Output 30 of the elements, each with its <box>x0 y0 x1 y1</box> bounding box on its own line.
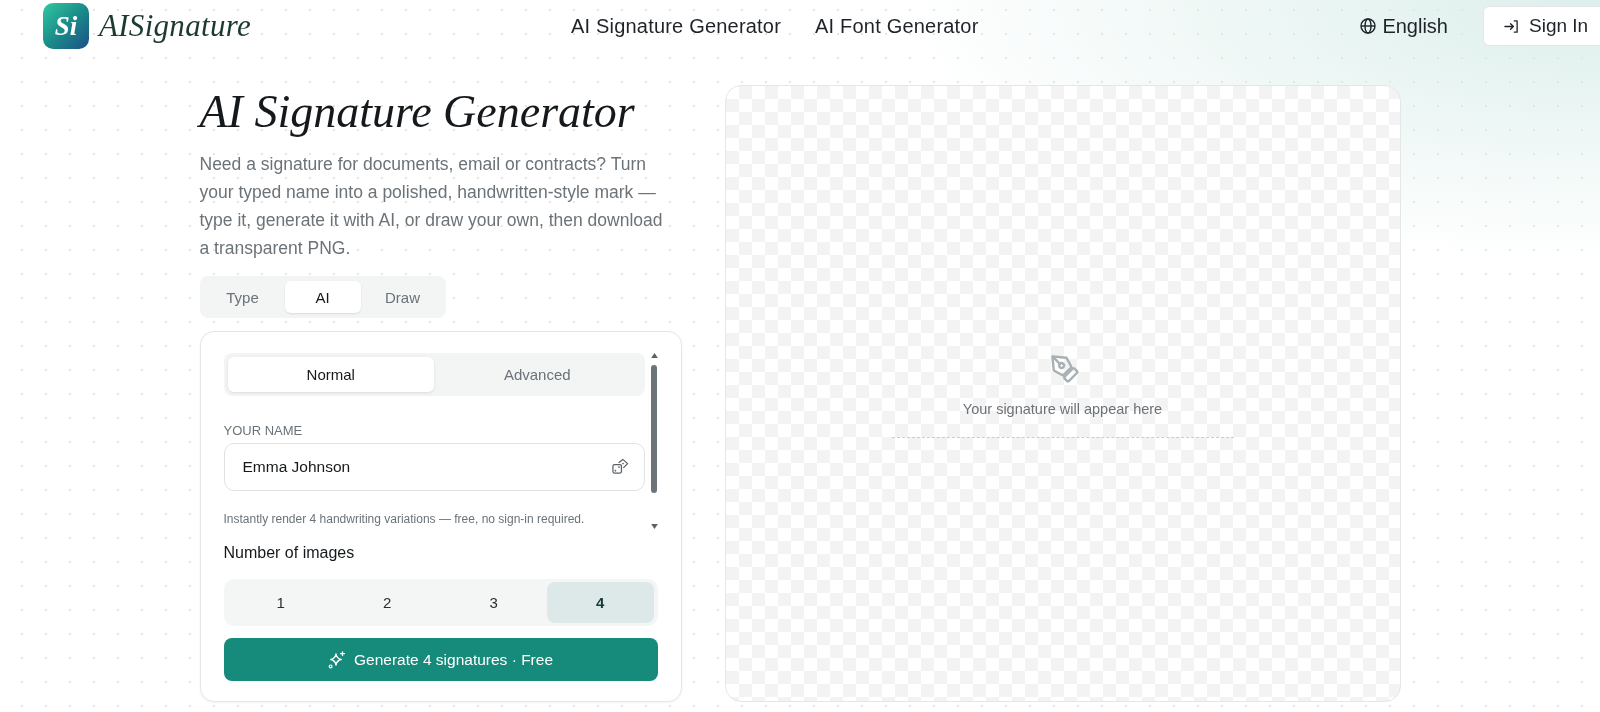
logo-mark[interactable]: Si <box>43 3 89 49</box>
description-text: Need a signature for documents, email or contracts? Turn your typed name into a polished, handwritten-style mark — type it, generate it with AI, or draw your own, then download a transparent PNG. <box>199 153 664 260</box>
scrollbar-thumb[interactable] <box>651 365 657 493</box>
mode-tab[interactable]: Draw <box>364 281 441 313</box>
style-tab[interactable]: Normal <box>227 357 434 392</box>
count-option[interactable]: 4 <box>547 582 654 623</box>
sign-in-button[interactable]: Sign In <box>1483 6 1600 46</box>
logo-wordmark[interactable]: AISignature <box>99 8 251 44</box>
globe-icon <box>1360 18 1377 34</box>
nav-link[interactable]: AI Font Generator <box>815 14 979 38</box>
scroll-down-arrow-icon[interactable] <box>650 524 658 529</box>
field-label: YOUR NAME <box>223 423 304 439</box>
scroll-up-arrow-icon[interactable] <box>650 353 658 358</box>
preview-placeholder-text: Your signature will appear here <box>962 401 1163 417</box>
sign-in-arrow-icon <box>1504 18 1519 34</box>
count-option[interactable]: 2 <box>334 582 441 623</box>
mode-tab[interactable]: Type <box>204 281 281 313</box>
page-title: AI Signature Generator <box>199 85 635 138</box>
language-selector[interactable]: English <box>1360 14 1448 38</box>
sparkle-icon <box>328 650 346 669</box>
style-tab[interactable]: Advanced <box>434 357 641 392</box>
count-option[interactable]: 3 <box>440 582 547 623</box>
mode-tab[interactable]: AI <box>284 281 361 313</box>
generate-button[interactable]: Generate 4 signatures · Free <box>223 638 658 681</box>
helper-text: Instantly render 4 handwriting variations — free, no sign-in required. <box>223 512 586 527</box>
count-label: Number of images <box>223 543 356 563</box>
dice-icon[interactable] <box>611 458 629 475</box>
name-field[interactable]: Emma Johnson <box>223 443 645 491</box>
nav-link[interactable]: AI Signature Generator <box>570 14 782 38</box>
count-option[interactable]: 1 <box>227 582 334 623</box>
